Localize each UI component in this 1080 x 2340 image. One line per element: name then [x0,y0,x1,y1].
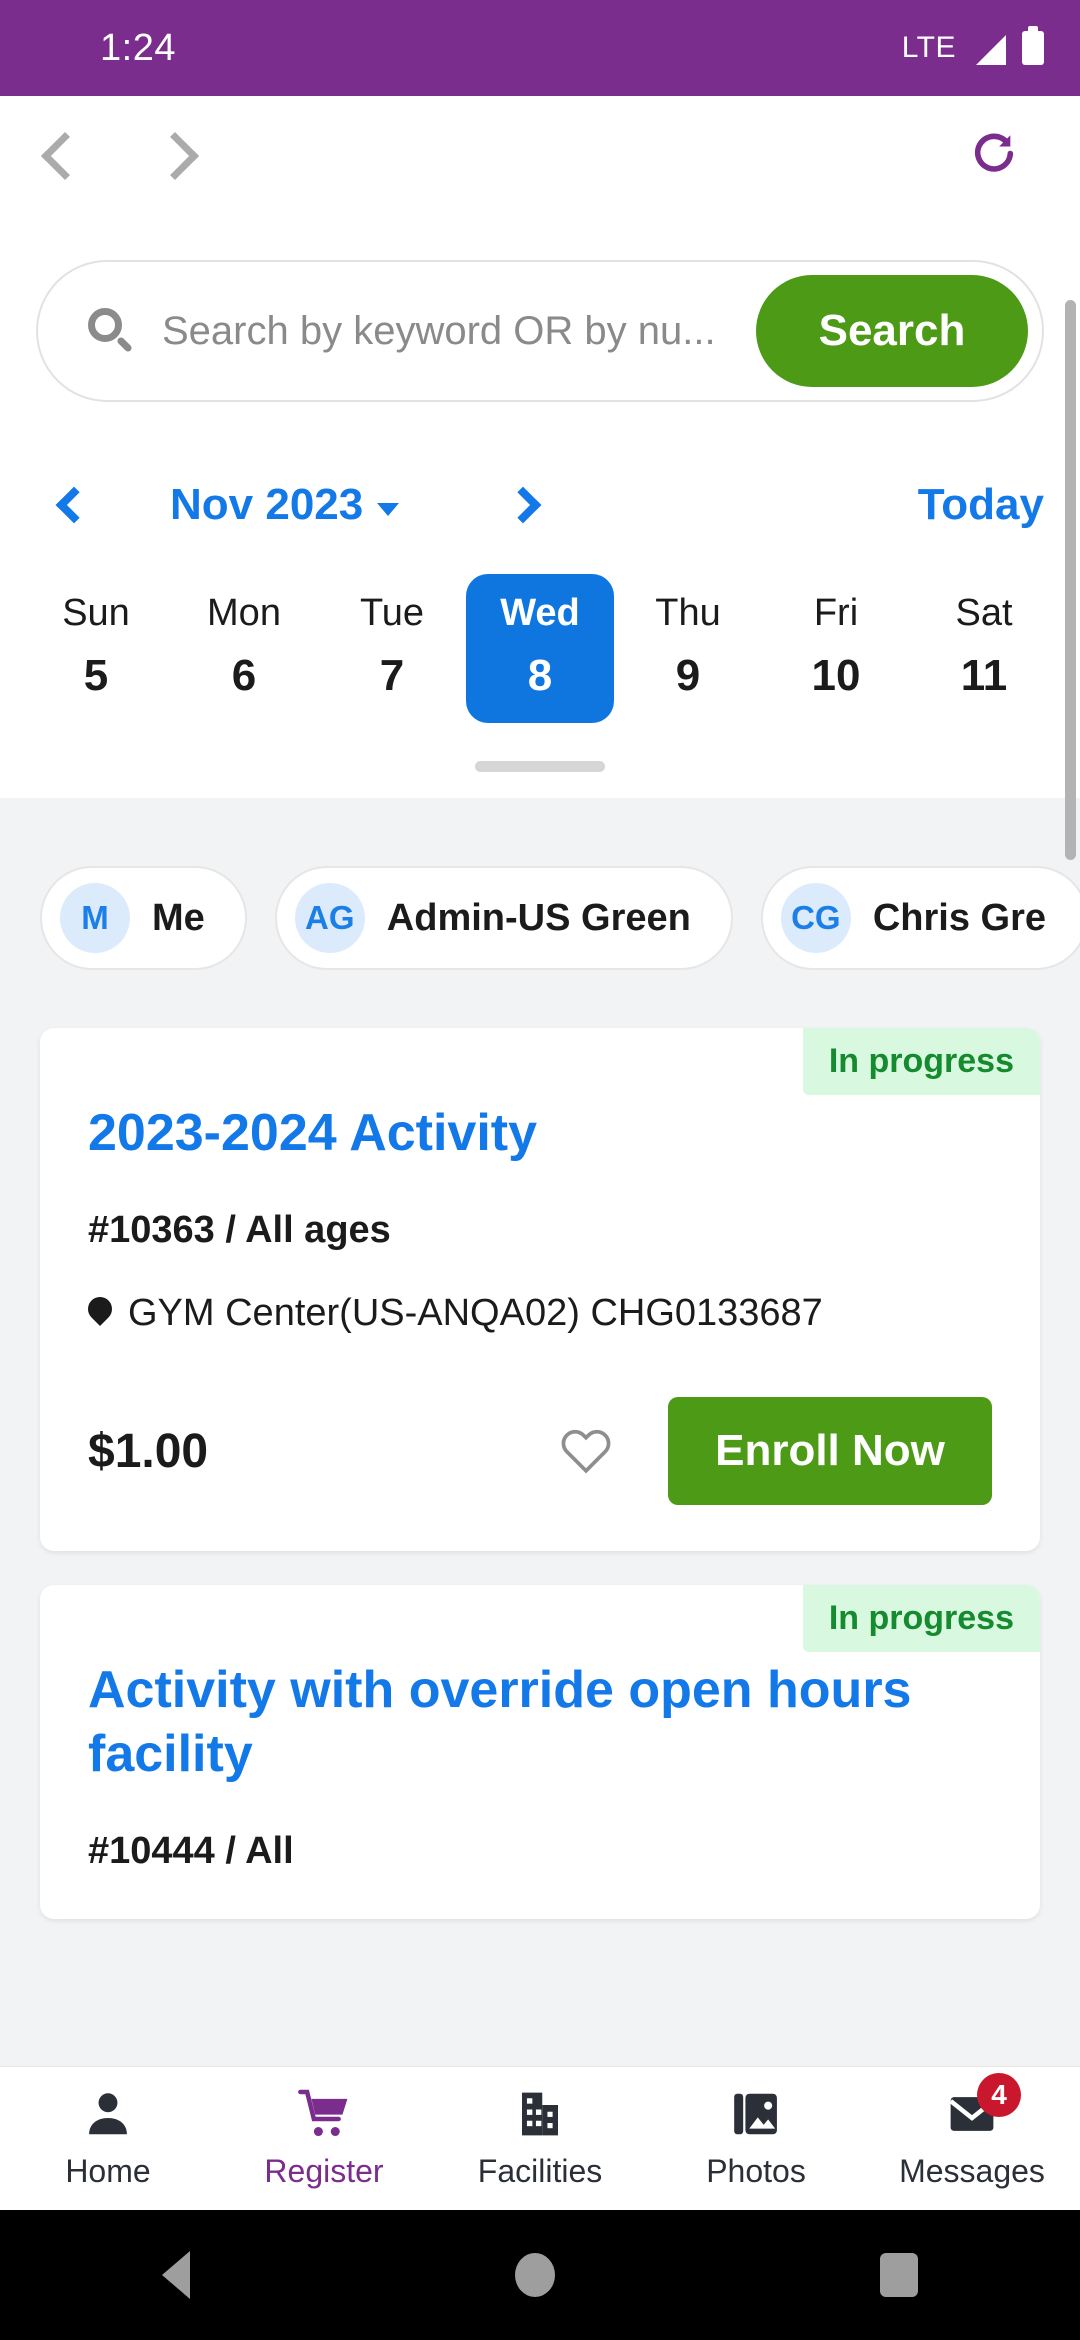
chevron-down-icon [377,502,400,516]
activity-number-ages: #10363 / All ages [88,1209,391,1252]
chevron-right-icon [504,486,542,524]
people-chip-label: Admin-US Green [386,896,691,939]
signal-bars-icon [972,31,1006,65]
search-input[interactable] [134,308,756,354]
activity-location-label: GYM Center(US-ANQA02) CHG0133687 [128,1292,823,1335]
browser-reload-button[interactable] [966,126,1022,187]
chevron-left-icon [55,486,93,524]
people-chip-label: Me [152,896,205,939]
calendar-day-cell[interactable]: Sun 5 [22,574,170,723]
calendar-day-cell[interactable]: Tue 7 [318,574,466,723]
calendar-day-number: 9 [675,651,701,700]
calendar-week-strip: Sun 5 Mon 6 Tue 7 Wed 8 Thu 9 Fri 10 Sat 11 [0,560,1080,723]
drag-handle[interactable] [475,761,605,772]
notification-badge: 4 [977,2073,1021,2117]
bottom-nav-item-messages[interactable]: 4 Messages [864,2073,1080,2190]
calendar-day-number: 5 [83,651,109,700]
browser-navigation-bar [0,96,1080,216]
android-system-navigation [0,2210,1080,2340]
network-type-label: LTE [901,31,956,64]
calendar-day-number: 6 [231,651,257,700]
bottom-nav-label: Home [65,2153,151,2189]
activity-card[interactable]: In progress Activity with override open h… [40,1585,1040,1920]
people-filter-chip[interactable]: CG Chris Gre [760,866,1080,970]
avatar: M [60,883,130,953]
cart-icon [297,2087,351,2141]
calendar-month-dropdown[interactable]: Nov 2023 [170,480,400,530]
calendar-day-cell[interactable]: Fri 10 [762,574,910,723]
bottom-nav-item-facilities[interactable]: Facilities [432,2087,648,2190]
activity-card[interactable]: In progress 2023-2024 Activity #10363 / Al… [40,1028,1040,1552]
calendar-day-number: 8 [527,651,553,700]
bottom-nav-item-photos[interactable]: Photos [648,2087,864,2190]
bottom-navigation-bar: Home Register Facilities Photos 4 Messages [0,2066,1080,2210]
calendar-today-button[interactable]: Today [918,480,1044,530]
browser-forward-button[interactable] [120,96,240,216]
browser-back-button[interactable] [0,96,120,216]
people-filter-chips: M Me AG Admin-US Green CG Chris Gre [0,804,1080,970]
calendar-month-label: Nov 2023 [170,480,364,529]
person-icon [81,2087,135,2141]
people-chip-label: Chris Gre [872,896,1047,939]
status-badge: In progress [802,1585,1040,1653]
building-icon [513,2087,567,2141]
calendar-day-name: Tue [359,592,425,634]
calendar-day-cell[interactable]: Wed 8 [466,574,614,723]
activity-location: GYM Center(US-ANQA02) CHG0133687 [40,1252,1040,1335]
calendar-day-name: Thu [655,592,721,634]
bottom-nav-item-home[interactable]: Home [0,2087,216,2190]
status-badge: In progress [802,1028,1040,1095]
calendar-month-navigation: Nov 2023 Today [0,450,1080,560]
triangle-back-icon[interactable] [162,2251,191,2299]
envelope-icon: 4 [945,2073,1021,2141]
chevron-right-icon [150,131,200,181]
search-section: Search [0,216,1080,402]
bottom-nav-label: Photos [706,2153,806,2189]
bottom-nav-label: Facilities [477,2153,603,2189]
calendar-day-name: Wed [500,592,580,634]
avatar: AG [294,883,365,953]
chevron-left-icon [40,131,90,181]
battery-full-icon [1022,26,1044,65]
activity-card-footer: $1.00 Enroll Now [40,1335,1040,1506]
activity-price: $1.00 [88,1424,209,1478]
calendar-day-cell[interactable]: Thu 9 [614,574,762,723]
calendar-next-month-button[interactable] [483,486,563,524]
search-button[interactable]: Search [756,275,1028,387]
calendar-day-number: 11 [960,651,1008,700]
sheet-drag-handle-area[interactable] [0,723,1080,798]
heart-outline-icon[interactable] [558,1423,614,1479]
activity-card-list: In progress 2023-2024 Activity #10363 / Al… [0,970,1080,1920]
calendar-day-number: 7 [379,651,405,700]
calendar-day-name: Sun [62,592,130,634]
calendar-day-name: Sat [955,592,1013,634]
people-filter-chip[interactable]: AG Admin-US Green [274,866,733,970]
enroll-now-button[interactable]: Enroll Now [668,1397,992,1506]
circle-home-icon[interactable] [514,2253,555,2297]
square-recents-icon[interactable] [879,2253,918,2297]
calendar-day-cell[interactable]: Sat 11 [910,574,1058,723]
calendar-day-name: Mon [207,592,281,634]
search-icon [88,308,134,354]
calendar-day-cell[interactable]: Mon 6 [170,574,318,723]
location-pin-icon [88,1297,112,1331]
page-scrollbar[interactable] [1065,300,1076,860]
photos-icon [729,2087,783,2141]
calendar-prev-month-button[interactable] [34,486,114,524]
calendar-day-number: 10 [811,651,861,700]
bottom-nav-label: Messages [899,2153,1045,2189]
status-bar: 1:24 LTE [0,0,1080,96]
reload-icon [974,133,1014,172]
status-clock: 1:24 [100,26,176,69]
calendar-day-name: Fri [813,592,859,634]
activity-number-ages: #10444 / All [88,1830,294,1873]
search-bar[interactable]: Search [36,260,1044,402]
bottom-nav-item-register[interactable]: Register [216,2087,432,2190]
main-content: M Me AG Admin-US Green CG Chris Gre In progre… [0,798,1080,2238]
avatar: CG [780,883,851,953]
status-indicators: LTE [901,26,1044,65]
bottom-nav-label: Register [264,2153,384,2189]
people-filter-chip[interactable]: M Me [40,866,247,970]
